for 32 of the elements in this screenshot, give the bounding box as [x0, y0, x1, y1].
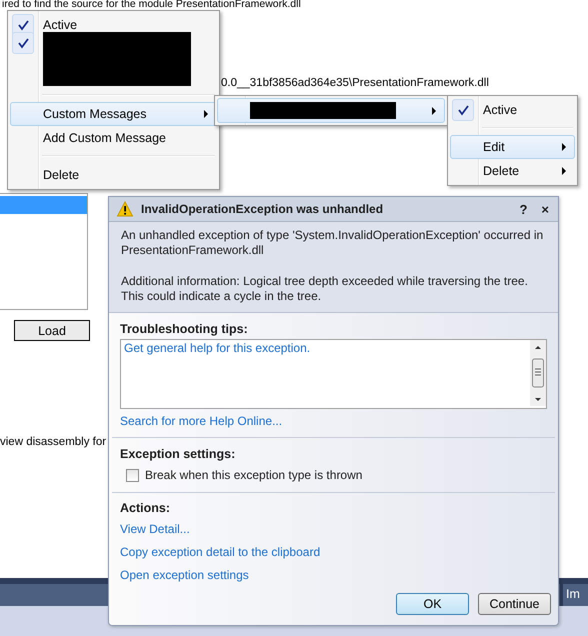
ok-button[interactable]: OK [396, 593, 469, 615]
submenu-arrow-icon [204, 110, 208, 118]
exception-message: An unhandled exception of type 'System.InvalidOperationException' occurred in PresentationFramework.dll [121, 228, 544, 258]
submenu-arrow-icon [562, 143, 566, 151]
action-link[interactable]: Open exception settings [120, 568, 547, 582]
checkbox-label: Break when this exception type is thrown [145, 468, 362, 482]
section-heading: Troubleshooting tips: [120, 322, 249, 336]
additional-information: Additional information: Logical tree depth exceeded while traversing the tree. This could indicate a cycle in the tree. [121, 274, 529, 304]
load-button[interactable]: Load [14, 320, 90, 341]
help-link[interactable]: Get general help for this exception. [124, 341, 527, 355]
menu-item[interactable]: Edit [450, 135, 575, 159]
help-button[interactable]: ? [516, 202, 530, 216]
menu-item[interactable]: Add Custom Message [10, 126, 217, 150]
menu-item[interactable]: Delete [10, 163, 217, 187]
dialog-title: InvalidOperationException was unhandled [141, 202, 384, 216]
module-path: 0.0__31bf3856ad364e35\PresentationFramework.dll [221, 77, 490, 91]
menu-item[interactable]: Active [450, 98, 575, 122]
continue-button[interactable]: Continue [478, 593, 551, 615]
disassembly-text: view disassembly for [0, 436, 106, 448]
checkbox[interactable] [126, 468, 139, 482]
section-heading: Actions: [120, 501, 171, 515]
submenu-arrow-icon [562, 167, 566, 175]
action-link[interactable]: View Detail... [120, 522, 547, 536]
search-link[interactable]: Search for more Help Online... [120, 414, 547, 428]
action-link[interactable]: Copy exception detail to the clipboard [120, 545, 547, 559]
warning-icon [117, 201, 133, 217]
section-heading: Exception settings: [120, 447, 236, 461]
submenu-arrow-icon [432, 106, 436, 114]
menu-item[interactable]: Custom Messages [10, 102, 217, 126]
menu-item[interactable]: Delete [450, 159, 575, 183]
scroll-bar[interactable] [530, 340, 546, 406]
close-button[interactable]: × [538, 202, 552, 216]
